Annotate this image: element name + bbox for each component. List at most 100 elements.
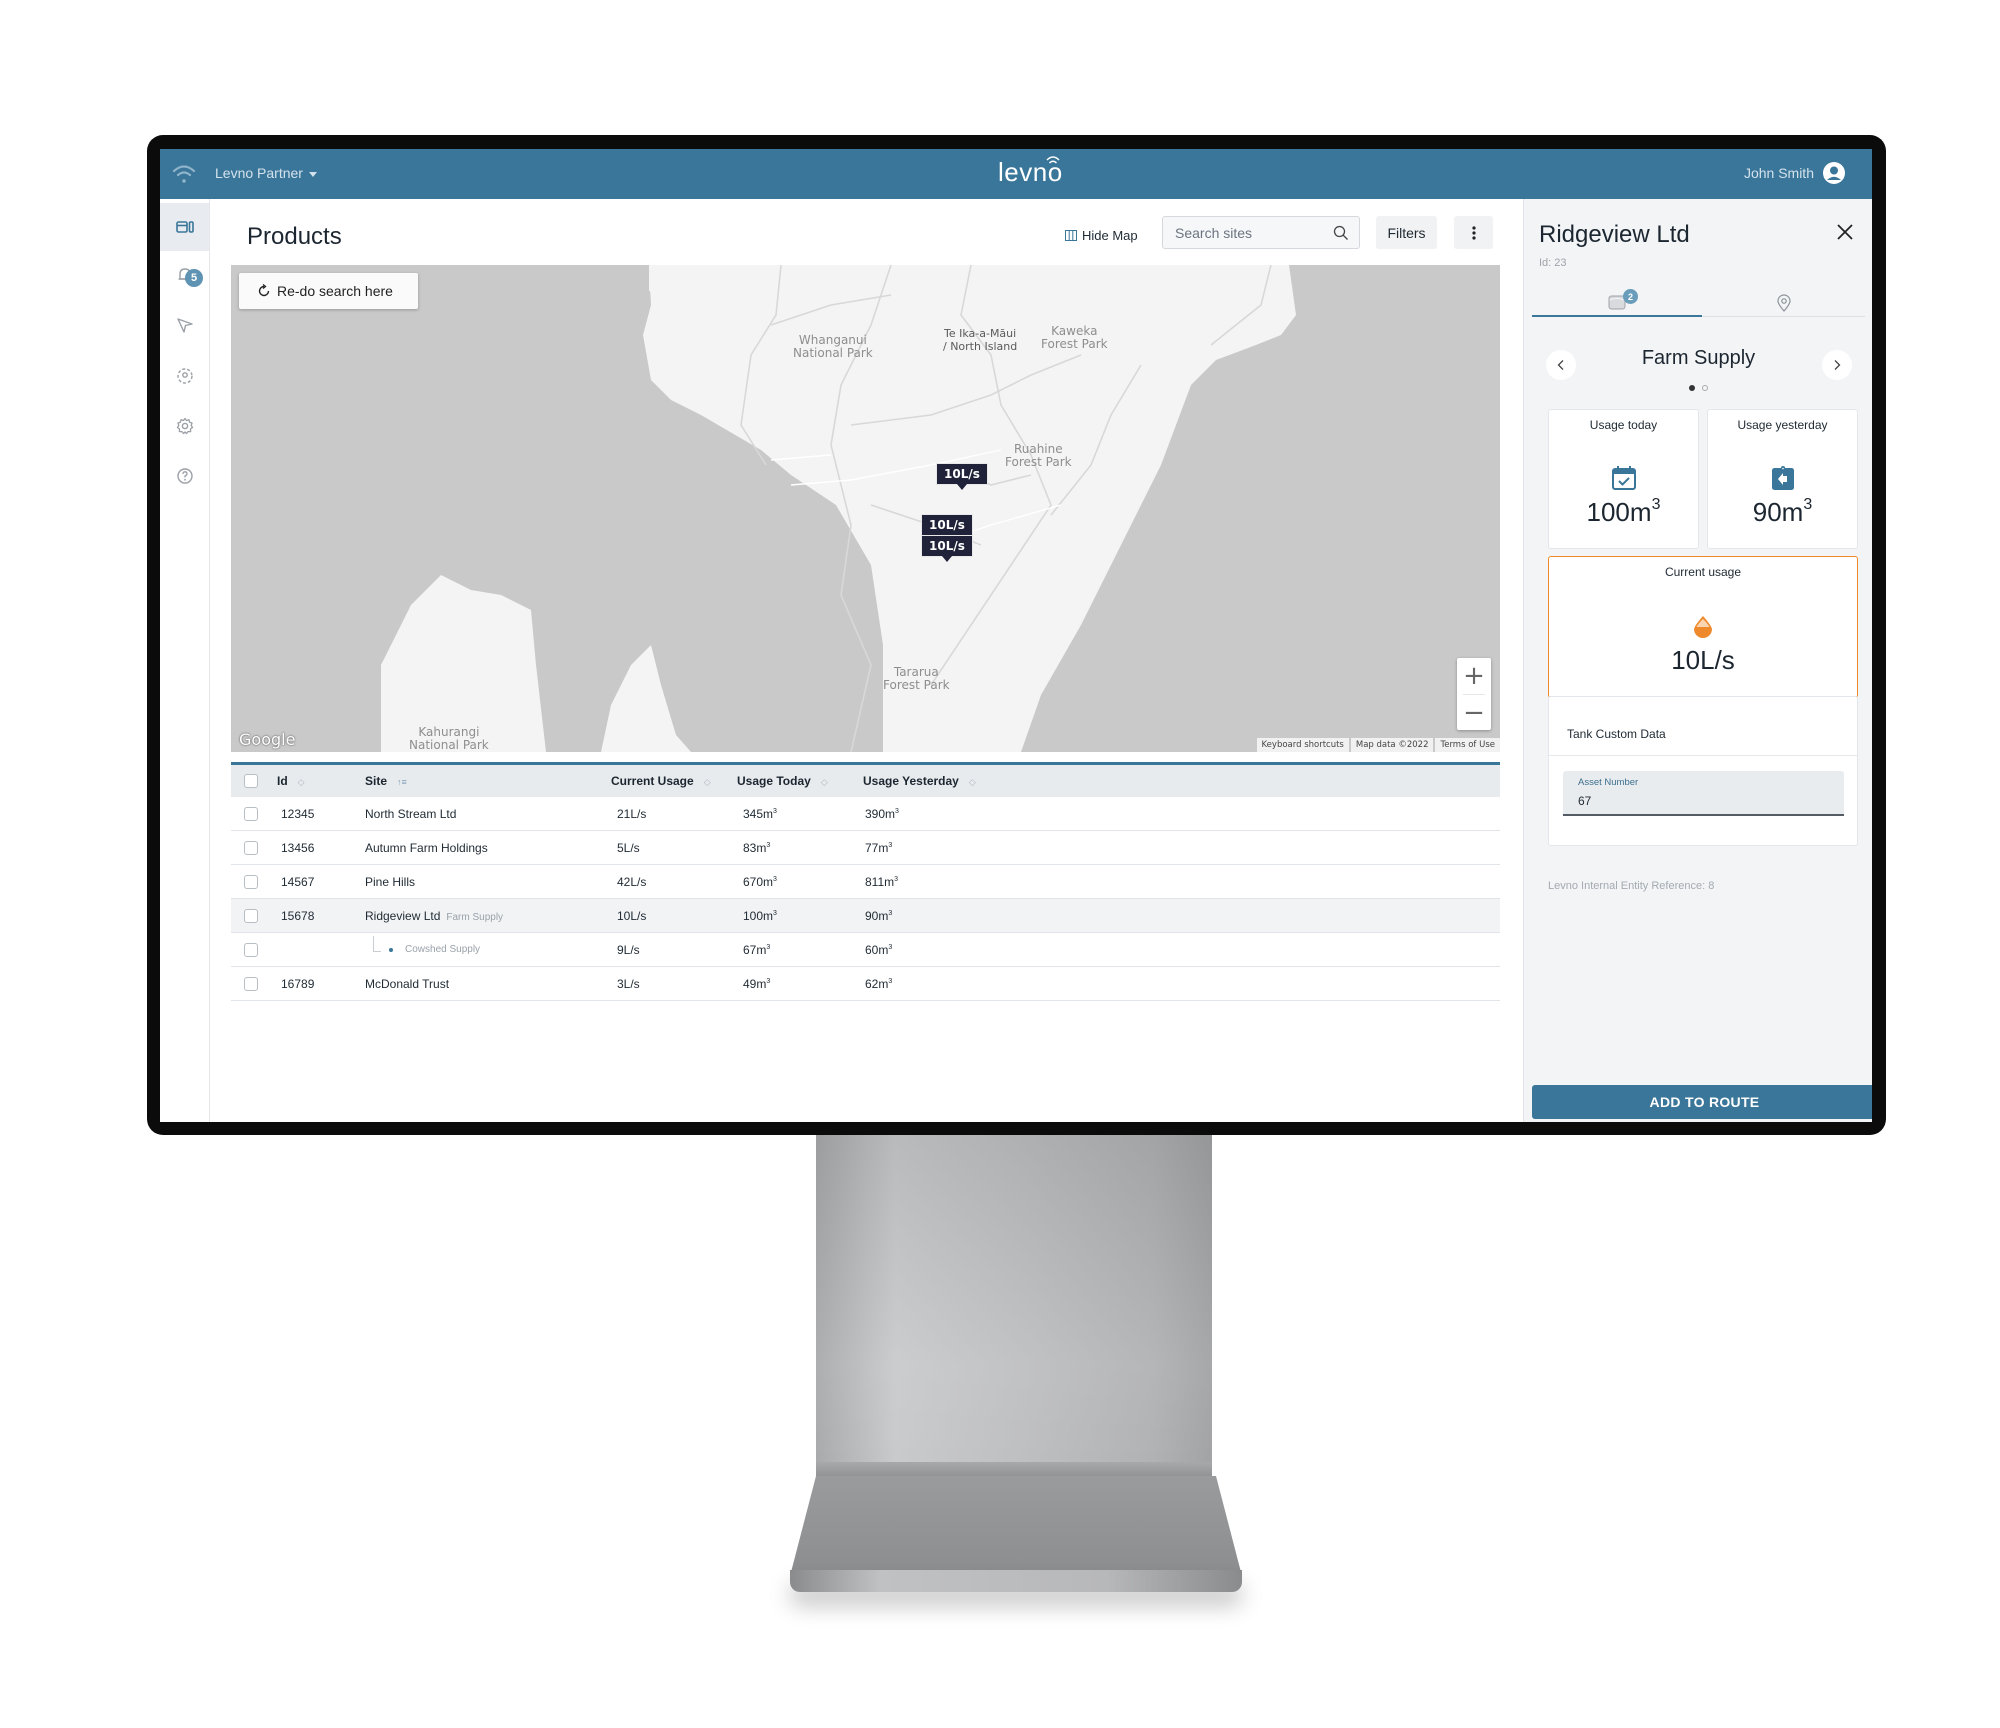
asset-number-label: Asset Number (1578, 777, 1639, 788)
table-row[interactable]: 12345 North Stream Ltd 21L/s 345m3 390m3 (231, 797, 1500, 831)
redo-search-button[interactable]: Re-do search here (239, 273, 418, 309)
table-row-selected[interactable]: 15678 Ridgeview Ltd Farm Supply 10L/s 100… (231, 899, 1500, 933)
tab-location[interactable] (1702, 289, 1865, 317)
map-attribution: Keyboard shortcuts Map data ©2022 Terms … (1255, 738, 1500, 752)
map-marker[interactable]: 10L/s (921, 514, 973, 536)
select-all-checkbox[interactable] (244, 774, 258, 788)
tree-connector (373, 935, 381, 952)
sidebar-item-products[interactable] (160, 203, 209, 251)
row-checkbox[interactable] (244, 840, 258, 855)
sort-icon[interactable]: ◇ (969, 777, 976, 788)
add-to-route-button[interactable]: ADD TO ROUTE (1532, 1085, 1872, 1119)
map-view[interactable]: Re-do search here Whanganui National Park… (231, 265, 1500, 752)
map-label-whanganui: Whanganui National Park (793, 333, 873, 360)
sidebar-item-alerts[interactable]: 5 (160, 251, 209, 299)
row-checkbox[interactable] (244, 874, 258, 889)
cell-id: 12345 (281, 806, 315, 821)
carousel-dot-active[interactable] (1689, 385, 1695, 391)
top-bar: Levno Partner levno John Smith (160, 149, 1872, 199)
row-checkbox[interactable] (244, 806, 258, 821)
filters-button[interactable]: Filters (1376, 216, 1437, 249)
row-checkbox[interactable] (244, 976, 258, 991)
clipboard-back-icon (1771, 466, 1794, 490)
bullet-icon (389, 947, 393, 952)
user-name[interactable]: John Smith (1744, 165, 1814, 181)
cell-usage-today: 49m3 (743, 976, 771, 991)
cell-usage-yesterday: 90m3 (865, 908, 893, 923)
terms-of-use-link[interactable]: Terms of Use (1435, 738, 1500, 752)
cell-usage-today: 100m3 (743, 908, 777, 923)
carousel-next-button[interactable] (1822, 350, 1852, 380)
zoom-in-button[interactable]: + (1457, 658, 1491, 694)
sort-icon[interactable]: ◇ (298, 777, 305, 788)
usage-yesterday-value: 90m3 (1752, 496, 1813, 527)
column-header-id[interactable]: Id ◇ (271, 774, 361, 788)
sidebar: 5 (160, 199, 210, 1122)
map-marker[interactable]: 10L/s (936, 463, 988, 490)
org-switcher[interactable]: Levno Partner (215, 165, 317, 181)
sidebar-item-routes[interactable] (160, 301, 209, 349)
current-usage-label: Current usage (1664, 565, 1742, 579)
navigation-arrow-icon (176, 318, 193, 333)
more-options-button[interactable] (1454, 216, 1493, 249)
hide-map-button[interactable]: Hide Map (1065, 228, 1138, 243)
sort-ascending-icon[interactable]: ↑≡ (397, 777, 407, 787)
sidebar-item-settings[interactable] (160, 402, 209, 450)
cell-usage-today: 670m3 (743, 874, 777, 889)
map-label-north-island: Te Ika-a-Māui / North Island (943, 327, 1018, 353)
search-icon[interactable] (1333, 225, 1349, 241)
cell-usage-today: 83m3 (743, 840, 771, 855)
cell-current-usage: 10L/s (617, 908, 647, 923)
tab-products[interactable]: 2 (1532, 289, 1702, 317)
row-checkbox[interactable] (244, 908, 258, 923)
sort-icon[interactable]: ◇ (821, 777, 828, 788)
search-box (1162, 216, 1360, 249)
asset-number-field[interactable]: Asset Number (1563, 771, 1844, 816)
map-label-ruahine: Ruahine Forest Park (1005, 442, 1072, 469)
carousel-title: Farm Supply (1641, 347, 1756, 369)
column-header-usage-yesterday[interactable]: Usage Yesterday ◇ (863, 774, 1063, 788)
search-input[interactable] (1163, 217, 1323, 248)
table-row[interactable]: 13456 Autumn Farm Holdings 5L/s 83m3 77m… (231, 831, 1500, 865)
sidebar-item-help[interactable] (160, 452, 209, 500)
row-checkbox[interactable] (244, 942, 258, 957)
calendar-check-icon (1611, 466, 1636, 490)
usage-yesterday-label: Usage yesterday (1737, 418, 1828, 432)
asset-number-input[interactable] (1578, 794, 1828, 808)
user-circle-icon[interactable] (1822, 161, 1846, 185)
cell-id: 15678 (281, 908, 315, 923)
org-switcher-label: Levno Partner (215, 165, 303, 181)
column-header-usage-today[interactable]: Usage Today ◇ (737, 774, 863, 788)
tab-badge: 2 (1623, 289, 1638, 304)
cell-current-usage: 42L/s (617, 874, 647, 889)
panel-title: Ridgeview Ltd (1539, 221, 1690, 248)
location-target-icon (176, 368, 193, 384)
column-header-site[interactable]: Site ↑≡ (361, 774, 611, 788)
wifi-signal-icon (172, 165, 196, 183)
cell-id: 14567 (281, 874, 315, 889)
cell-usage-today: 345m3 (743, 806, 777, 821)
map-marker[interactable]: 10L/s (921, 535, 973, 562)
zoom-out-button[interactable]: − (1457, 695, 1491, 731)
hide-map-label: Hide Map (1082, 228, 1138, 243)
alerts-badge: 5 (185, 269, 203, 287)
column-header-current-usage[interactable]: Current Usage ◇ (611, 774, 737, 788)
gear-icon (176, 417, 193, 435)
table-row[interactable]: 14567 Pine Hills 42L/s 670m3 811m3 (231, 865, 1500, 899)
sidebar-item-locations[interactable] (160, 352, 209, 400)
monitor-stand-foot (790, 1570, 1242, 1592)
refresh-icon (258, 284, 270, 297)
logo-signal-icon (1046, 156, 1060, 164)
map-columns-icon (1065, 230, 1077, 241)
usage-today-label: Usage today (1589, 418, 1658, 432)
map-label-kahurangi: Kahurangi National Park (409, 725, 489, 752)
carousel-dot[interactable] (1702, 385, 1708, 391)
table-row-child[interactable]: Cowshed Supply 9L/s 67m3 60m3 (231, 933, 1500, 967)
page-title: Products (247, 223, 342, 250)
table-row[interactable]: 16789 McDonald Trust 3L/s 49m3 62m3 (231, 967, 1500, 1001)
sites-table: Id ◇ Site ↑≡ Current Usage ◇ Usage Today ◇ U… (231, 762, 1500, 1001)
sort-icon[interactable]: ◇ (704, 777, 711, 788)
close-icon[interactable] (1834, 221, 1856, 243)
cell-usage-yesterday: 390m3 (865, 806, 899, 821)
keyboard-shortcuts-link[interactable]: Keyboard shortcuts (1256, 738, 1349, 752)
